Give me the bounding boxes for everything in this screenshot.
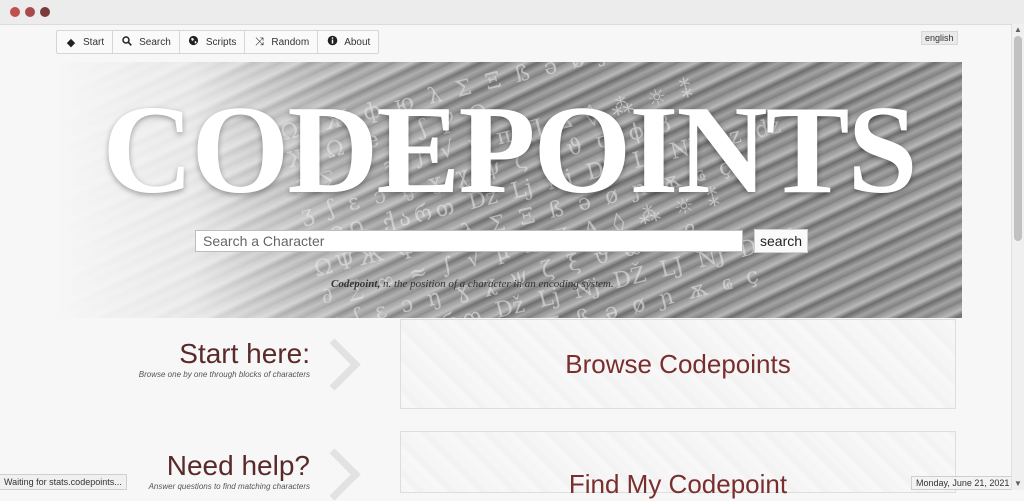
browse-codepoints-label: Browse Codepoints <box>565 348 791 379</box>
nav-item-random[interactable]: ⤨ Random <box>245 31 319 53</box>
help-section-title: Need help? <box>166 450 310 481</box>
window-titlebar <box>0 0 1024 25</box>
start-section-title: Start here: <box>179 338 310 369</box>
site-logo-title[interactable]: CODEPOINTS <box>56 86 962 216</box>
loading-status-bar: Waiting for stats.codepoints... <box>0 474 127 490</box>
language-selector[interactable]: english <box>921 31 958 45</box>
start-section-heading: Start here: Browse one by one through bl… <box>100 338 310 380</box>
chevron-right-icon <box>308 338 361 391</box>
nav-item-label: Start <box>83 36 105 48</box>
find-my-codepoint-label: Find My Codepoint <box>568 469 788 499</box>
find-my-codepoint-card[interactable]: Find My Codepoint <box>400 431 956 499</box>
site-definition: Codepoint, n. the position of a characte… <box>331 278 614 290</box>
nav-item-start[interactable]: ◆ Start <box>57 31 114 53</box>
scroll-down-arrow-icon[interactable]: ▼ <box>1012 478 1024 490</box>
nav-item-scripts[interactable]: Scripts <box>180 31 246 53</box>
search-input[interactable] <box>195 230 743 252</box>
globe-icon <box>188 35 200 49</box>
date-tooltip: Monday, June 21, 2021 <box>911 476 1015 490</box>
chevron-right-icon <box>308 448 361 501</box>
nav-item-label: About <box>344 36 371 48</box>
definition-term: Codepoint, <box>331 278 381 290</box>
shuffle-icon: ⤨ <box>254 35 264 48</box>
info-icon <box>326 35 338 49</box>
maximize-window-button[interactable] <box>40 7 50 17</box>
nav-item-label: Random <box>271 36 310 48</box>
direction-sign-icon: ◆ <box>66 36 76 49</box>
nav-item-search[interactable]: Search <box>113 31 180 53</box>
minimize-window-button[interactable] <box>25 7 35 17</box>
help-section-subtitle: Answer questions to find matching charac… <box>148 482 310 491</box>
browse-codepoints-card[interactable]: Browse Codepoints <box>400 319 956 409</box>
nav-item-label: Search <box>139 36 171 48</box>
top-nav: ◆ Start Search Scripts ⤨ Random About <box>56 30 380 54</box>
definition-text: n. the position of a character in an enc… <box>382 278 614 290</box>
nav-item-about[interactable]: About <box>318 31 378 53</box>
close-window-button[interactable] <box>10 7 20 17</box>
help-section-heading: Need help? Answer questions to find matc… <box>100 450 310 492</box>
scroll-up-arrow-icon[interactable]: ▲ <box>1012 24 1024 36</box>
scrollbar-thumb[interactable] <box>1014 36 1022 241</box>
search-button[interactable]: search <box>754 229 809 253</box>
nav-item-label: Scripts <box>205 36 237 48</box>
start-section-subtitle: Browse one by one through blocks of char… <box>138 370 310 379</box>
search-icon <box>121 35 133 49</box>
vertical-scrollbar[interactable]: ▲ ▼ <box>1011 24 1024 490</box>
